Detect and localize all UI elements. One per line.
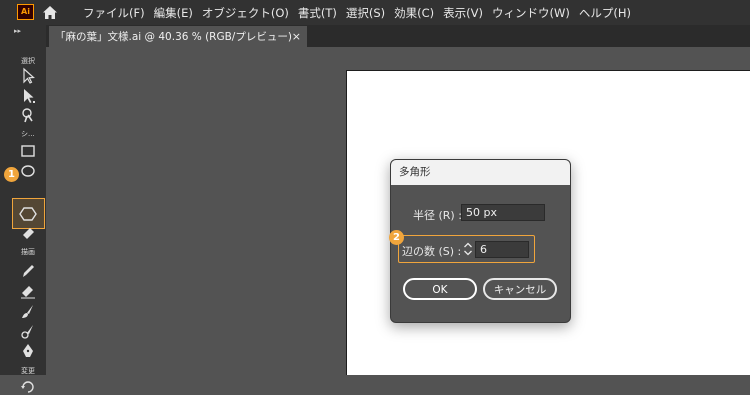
sides-label: 辺の数 (S) : xyxy=(402,245,462,258)
menu-help[interactable]: ヘルプ(H) xyxy=(579,5,631,21)
radius-label: 半径 (R) : xyxy=(413,209,462,222)
menu-type[interactable]: 書式(T) xyxy=(298,5,337,21)
tools-panel: ▸▸ 選択 シ... 描画 変更 xyxy=(0,25,46,393)
dialog-title: 多角形 xyxy=(391,160,570,185)
ellipse-tool-icon[interactable] xyxy=(19,160,37,178)
menu-select[interactable]: 選択(S) xyxy=(346,5,385,21)
sides-input[interactable]: 6 xyxy=(475,241,529,258)
direct-selection-tool-icon[interactable] xyxy=(19,87,37,105)
menu-window[interactable]: ウィンドウ(W) xyxy=(492,5,570,21)
close-icon[interactable]: × xyxy=(292,30,301,43)
document-tab-title: 「麻の葉」文様.ai @ 40.36 % (RGB/プレビュー) xyxy=(55,31,292,43)
selection-tool-icon[interactable] xyxy=(19,67,37,85)
menu-effect[interactable]: 効果(C) xyxy=(394,5,434,21)
panel-collapse-icon[interactable]: ▸▸ xyxy=(14,27,21,35)
magic-wand-tool-icon[interactable] xyxy=(19,106,37,124)
document-tab[interactable]: 「麻の葉」文様.ai @ 40.36 % (RGB/プレビュー) × xyxy=(49,26,307,47)
pen-tool-icon[interactable] xyxy=(19,342,37,360)
polygon-dialog: 多角形 半径 (R) : 50 px 辺の数 (S) : 6 OK キャンセル xyxy=(390,159,571,323)
menu-edit[interactable]: 編集(E) xyxy=(154,5,193,21)
illustrator-logo: Ai xyxy=(17,4,34,20)
menu-view[interactable]: 表示(V) xyxy=(443,5,483,21)
paintbrush-tool-icon[interactable] xyxy=(19,302,37,320)
document-tab-bar: 「麻の葉」文様.ai @ 40.36 % (RGB/プレビュー) × xyxy=(46,25,750,47)
eraser-tool-icon[interactable] xyxy=(19,223,37,241)
menu-file[interactable]: ファイル(F) xyxy=(83,5,145,21)
group-label-select: 選択 xyxy=(21,57,35,65)
blob-brush-tool-icon[interactable] xyxy=(19,322,37,340)
menu-object[interactable]: オブジェクト(O) xyxy=(202,5,289,21)
step-badge-2: 2 xyxy=(389,230,404,245)
polygon-tool-icon[interactable] xyxy=(19,205,37,223)
group-label-draw: 描画 xyxy=(21,248,35,256)
ok-button[interactable]: OK xyxy=(403,278,477,300)
main-menu: ファイル(F) 編集(E) オブジェクト(O) 書式(T) 選択(S) 効果(C… xyxy=(83,0,640,25)
cancel-button[interactable]: キャンセル xyxy=(483,278,557,300)
menu-bar: Ai ファイル(F) 編集(E) オブジェクト(O) 書式(T) 選択(S) 効… xyxy=(0,0,750,25)
home-icon[interactable] xyxy=(42,5,58,20)
group-label-shape: シ... xyxy=(21,130,35,138)
radius-input[interactable]: 50 px xyxy=(461,204,545,221)
rotate-tool-icon[interactable] xyxy=(19,377,37,395)
sides-stepper-icon[interactable] xyxy=(463,241,473,257)
pencil-tool-icon[interactable] xyxy=(19,262,37,280)
rectangle-tool-icon[interactable] xyxy=(19,142,37,160)
shaper-eraser-tool-icon[interactable] xyxy=(19,282,37,300)
step-badge-1: 1 xyxy=(4,167,19,182)
